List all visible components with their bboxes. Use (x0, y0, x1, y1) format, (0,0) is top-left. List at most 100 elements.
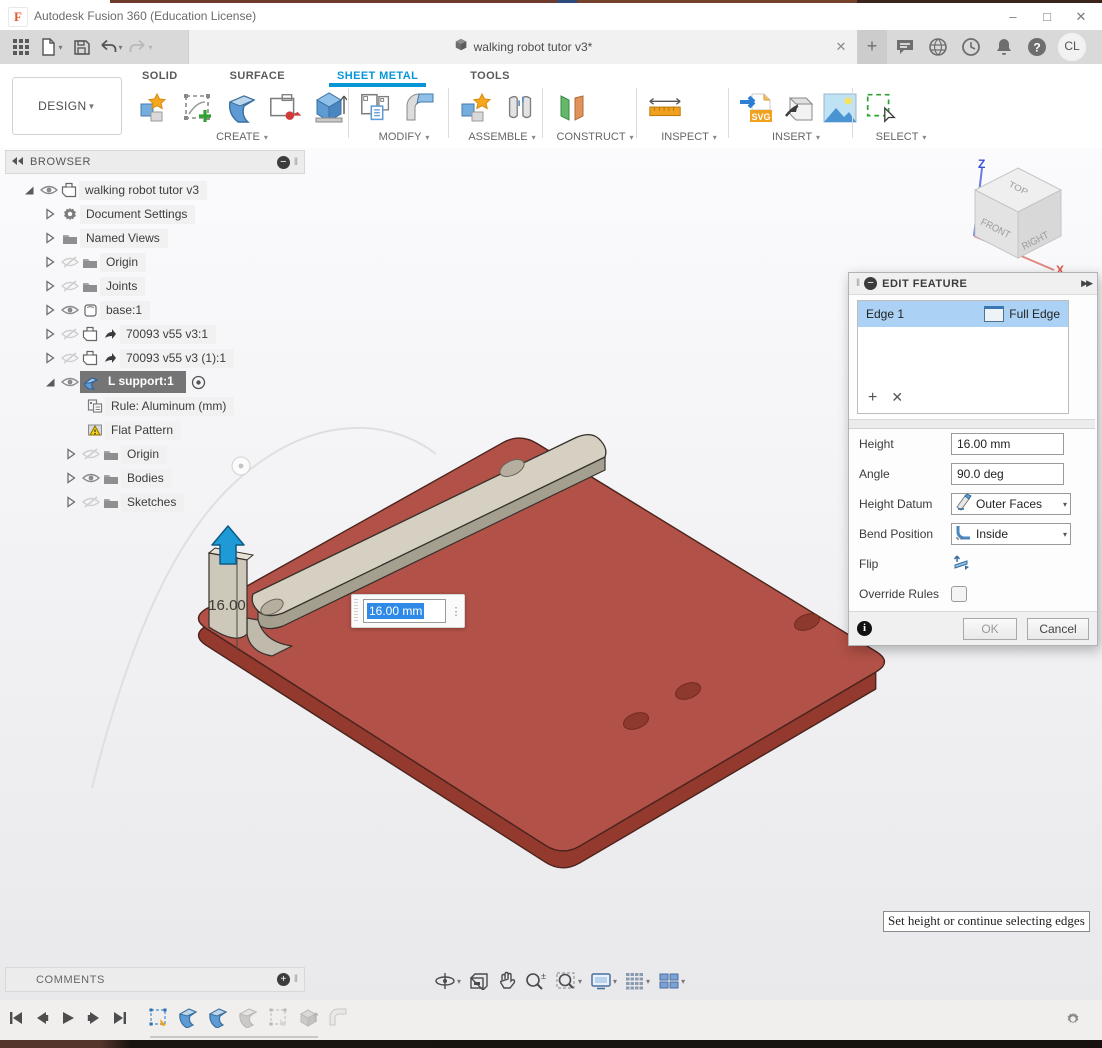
browser-item[interactable]: base:1 (5, 298, 305, 322)
expander-closed-icon[interactable] (40, 253, 60, 271)
tl-sketch-suppressed-feature[interactable] (266, 1005, 290, 1029)
kebab-menu-icon[interactable]: ⋮ (448, 605, 464, 618)
browser-item[interactable]: Flat Pattern (5, 418, 305, 442)
selected-item-chip[interactable]: L support:1 (80, 371, 186, 393)
activate-radio-icon[interactable] (189, 373, 209, 391)
ribbon-group-label[interactable]: SELECT ▾ (862, 131, 940, 143)
visibility-hidden-icon[interactable] (81, 445, 101, 463)
comment-icon[interactable] (892, 34, 918, 60)
joint-icon[interactable] (502, 88, 540, 128)
visibility-hidden-icon[interactable] (60, 325, 80, 343)
timeline-track[interactable] (150, 1036, 318, 1038)
viewports-icon[interactable]: ▾ (656, 970, 687, 992)
bell-icon[interactable] (991, 34, 1017, 60)
close-button[interactable]: ✕ (1064, 5, 1098, 28)
insert-mesh-icon[interactable] (780, 88, 816, 128)
save-icon[interactable] (68, 34, 94, 60)
expander-closed-icon[interactable] (40, 205, 60, 223)
tab-solid[interactable]: SOLID (138, 70, 182, 82)
dimension-input-box[interactable]: 16.00 mm ⋮ (351, 594, 465, 628)
tab-tools[interactable]: TOOLS (466, 70, 514, 82)
expander-closed-icon[interactable] (61, 445, 81, 463)
dialog-collapse-icon[interactable]: − (864, 277, 877, 290)
unfold-icon[interactable] (358, 88, 396, 128)
collapse-all-icon[interactable]: − (277, 156, 290, 169)
expander-closed-icon[interactable] (40, 277, 60, 295)
ok-button[interactable]: OK (963, 618, 1017, 640)
browser-item[interactable]: L support:1 (5, 370, 305, 394)
lookat-icon[interactable] (467, 970, 491, 992)
expander-closed-icon[interactable] (61, 493, 81, 511)
visibility-visible-icon[interactable] (60, 373, 80, 391)
angle-input[interactable]: 90.0 deg (951, 463, 1064, 485)
browser-item[interactable]: 70093 v55 v3 (1):1 (5, 346, 305, 370)
expander-open-icon[interactable] (19, 181, 39, 199)
display-icon[interactable]: ▾ (588, 970, 619, 992)
plane-icon[interactable] (552, 88, 590, 128)
height-datum-dropdown[interactable]: Outer Faces▾ (951, 493, 1071, 515)
flange-front-face[interactable] (209, 553, 247, 638)
browser-item[interactable]: Bodies (5, 466, 305, 490)
ribbon-group-label[interactable]: INSERT ▾ (738, 131, 854, 143)
flip-icon[interactable] (951, 552, 971, 577)
flange-icon[interactable] (223, 88, 261, 128)
new-component-icon[interactable] (458, 88, 496, 128)
dock-arrows-icon[interactable]: ▶▶ (1081, 278, 1091, 289)
add-comment-icon[interactable]: + (277, 973, 290, 986)
app-grid-icon[interactable] (8, 34, 34, 60)
web-icon[interactable] (925, 34, 951, 60)
dialog-splitter[interactable] (849, 419, 1095, 429)
redo-icon[interactable]: ▾ (128, 34, 154, 60)
browser-item[interactable]: Joints (5, 274, 305, 298)
visibility-visible-icon[interactable] (60, 301, 80, 319)
insert-svg-icon[interactable]: SVG (738, 88, 774, 128)
add-edge-button[interactable]: + (868, 389, 877, 406)
comments-grip-icon[interactable]: ‖ (294, 974, 298, 985)
expander-open-icon[interactable] (40, 373, 60, 391)
workspace-selector[interactable]: DESIGN ▼ (12, 77, 122, 135)
info-icon[interactable]: i (857, 621, 872, 636)
dimension-input[interactable]: 16.00 mm (363, 599, 446, 623)
view-cube[interactable]: TOP FRONT RIGHT Z X (958, 158, 1102, 276)
create-sketch-icon[interactable] (180, 88, 218, 128)
ribbon-group-label[interactable]: CONSTRUCT ▾ (552, 131, 638, 143)
zoom-icon[interactable]: ± (523, 969, 549, 993)
tl-flange-feature[interactable] (176, 1005, 200, 1029)
browser-item[interactable]: Origin (5, 442, 305, 466)
play-icon[interactable] (58, 1008, 78, 1028)
visibility-visible-icon[interactable] (81, 469, 101, 487)
help-icon[interactable]: ? (1024, 34, 1050, 60)
edge-selection-list[interactable]: Edge 1 Full Edge +✕ (857, 300, 1069, 414)
collapse-panel-icon[interactable] (12, 153, 24, 171)
tl-sketch-feature[interactable] (146, 1005, 170, 1029)
minimize-button[interactable]: – (996, 5, 1030, 28)
flange-new-icon[interactable] (136, 88, 174, 128)
document-tab[interactable]: walking robot tutor v3* ✕ (188, 30, 857, 64)
visibility-hidden-icon[interactable] (81, 493, 101, 511)
new-tab-button[interactable]: + (857, 30, 887, 64)
browser-item[interactable]: Origin (5, 250, 305, 274)
tl-box-suppressed-feature[interactable] (296, 1005, 320, 1029)
browser-item[interactable]: Document Settings (5, 202, 305, 226)
fit-icon[interactable]: ▾ (553, 969, 584, 993)
override-rules-checkbox[interactable] (951, 586, 967, 602)
ribbon-group-label[interactable]: ASSEMBLE ▾ (458, 131, 546, 143)
expander-closed-icon[interactable] (40, 349, 60, 367)
file-new-icon[interactable]: ▾ (38, 34, 64, 60)
remove-edge-button[interactable]: ✕ (891, 389, 903, 405)
browser-item[interactable]: Rule: Aluminum (mm) (5, 394, 305, 418)
visibility-hidden-icon[interactable] (60, 253, 80, 271)
tl-corner-suppressed-feature[interactable] (326, 1005, 350, 1029)
drag-grip-icon[interactable] (354, 599, 358, 623)
ribbon-group-label[interactable]: CREATE ▾ (136, 131, 348, 143)
panel-grip-icon[interactable]: ‖ (294, 157, 298, 168)
expander-closed-icon[interactable] (61, 469, 81, 487)
measure-icon[interactable] (646, 88, 684, 128)
convert-icon[interactable] (267, 88, 305, 128)
ribbon-group-label[interactable]: INSPECT ▾ (646, 131, 732, 143)
tab-sheet-metal[interactable]: SHEET METAL (333, 70, 422, 82)
orbit-icon[interactable]: ▾ (432, 970, 463, 992)
corner-icon[interactable] (402, 88, 440, 128)
maximize-button[interactable]: □ (1030, 5, 1064, 28)
dialog-grip-icon[interactable]: ‖ (856, 278, 860, 289)
